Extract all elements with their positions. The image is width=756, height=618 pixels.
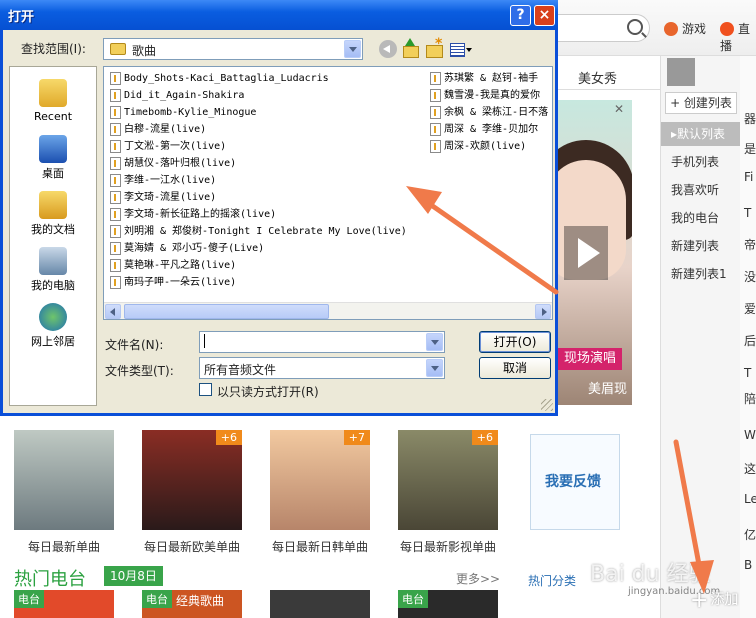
arrow-icon <box>673 439 714 594</box>
arrow-icon <box>406 186 559 295</box>
annotation-arrow-to-file-list <box>406 186 714 594</box>
